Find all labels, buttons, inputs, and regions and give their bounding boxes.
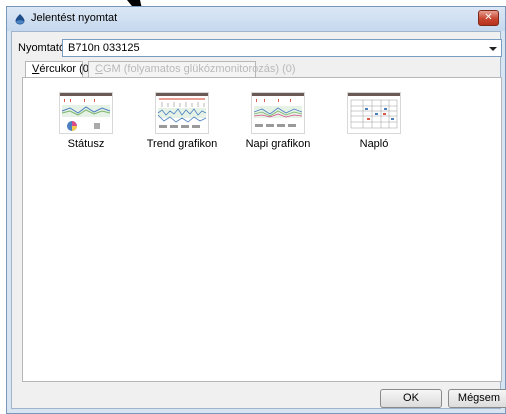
daily-chart-thumbnail [251, 92, 305, 134]
logbook-thumbnail [347, 92, 401, 134]
printer-label: Nyomtató: [18, 42, 69, 54]
window-title: Jelentést nyomtat [31, 12, 118, 24]
ok-button[interactable]: OK [380, 389, 442, 408]
tab-cgm-label: CGM (folyamatos glükózmonitorozás) (0) [95, 63, 296, 75]
close-button[interactable]: ✕ [478, 10, 499, 26]
report-item-daily[interactable]: Napi grafikon [228, 92, 328, 150]
close-icon: ✕ [484, 12, 493, 23]
status-report-thumbnail [59, 92, 113, 134]
chevron-down-icon [489, 47, 497, 51]
printer-value: B710n 033125 [68, 42, 140, 54]
print-report-dialog: Jelentést nyomtat ✕ Nyomtató: B710n 0331… [6, 6, 506, 414]
tab-blood-glucose[interactable]: Vércukor (0) [25, 61, 93, 78]
report-label-logbook: Napló [359, 138, 389, 150]
app-drop-icon [15, 14, 25, 25]
report-label-status: Státusz [67, 138, 105, 150]
report-label-trend: Trend grafikon [146, 138, 218, 150]
report-item-logbook[interactable]: Napló [324, 92, 424, 150]
tab-blood-glucose-label: Vércukor (0) [32, 63, 93, 75]
title-bar: Jelentést nyomtat ✕ [7, 7, 505, 31]
report-item-status[interactable]: Státusz [36, 92, 136, 150]
dialog-body: Nyomtató: B710n 033125 Vércukor (0) CGM … [11, 31, 506, 409]
trend-chart-thumbnail [155, 92, 209, 134]
tab-cgm[interactable]: CGM (folyamatos glükózmonitorozás) (0) [88, 61, 296, 77]
report-label-daily: Napi grafikon [245, 138, 311, 150]
printer-dropdown[interactable]: B710n 033125 [62, 39, 502, 57]
report-list-panel: Státusz Trend grafikon Napi grafikon Nap… [22, 77, 502, 382]
report-item-trend[interactable]: Trend grafikon [132, 92, 232, 150]
cancel-button[interactable]: Mégsem [448, 389, 506, 408]
